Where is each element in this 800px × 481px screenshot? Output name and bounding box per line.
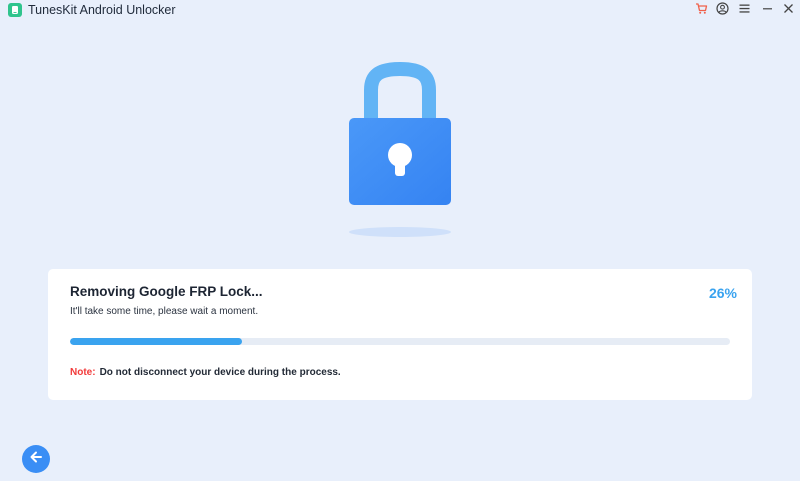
title-bar: TunesKit Android Unlocker xyxy=(0,0,800,22)
cart-icon xyxy=(695,2,708,20)
status-title: Removing Google FRP Lock... xyxy=(70,284,263,299)
app-title: TunesKit Android Unlocker xyxy=(28,3,176,17)
menu-icon xyxy=(738,2,751,20)
progress-percent: 26% xyxy=(708,285,737,301)
back-button[interactable] xyxy=(22,445,50,473)
minimize-icon xyxy=(761,2,774,20)
note-label: Note: xyxy=(70,367,96,378)
hero-illustration xyxy=(340,61,460,242)
arrow-left-icon xyxy=(28,449,44,470)
menu-button[interactable] xyxy=(736,3,752,19)
account-icon xyxy=(715,2,729,20)
account-button[interactable] xyxy=(714,2,730,20)
progress-bar xyxy=(70,338,730,345)
progress-bar-fill xyxy=(70,338,242,345)
progress-card: Removing Google FRP Lock... It'll take s… xyxy=(48,269,752,400)
note: Note: Do not disconnect your device durin… xyxy=(70,367,341,378)
minimize-button[interactable] xyxy=(759,3,775,19)
close-button[interactable] xyxy=(780,3,796,19)
padlock-icon xyxy=(340,61,460,246)
app-logo-icon xyxy=(8,3,22,17)
status-subtitle: It'll take some time, please wait a mome… xyxy=(70,306,259,317)
note-text: Do not disconnect your device during the… xyxy=(99,367,341,378)
cart-button[interactable] xyxy=(693,3,709,19)
close-icon xyxy=(782,2,795,20)
